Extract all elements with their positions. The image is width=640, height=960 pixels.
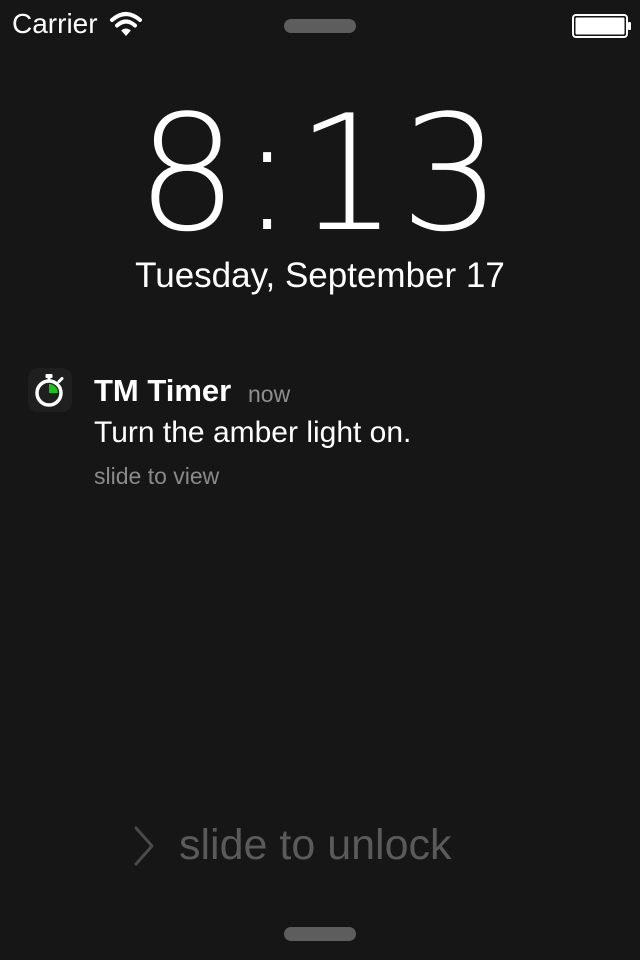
stopwatch-icon (28, 368, 72, 412)
slide-to-unlock-label: slide to unlock (179, 821, 452, 869)
notification-timestamp: now (248, 381, 291, 407)
control-center-grabber[interactable] (284, 927, 356, 941)
lock-screen-date: Tuesday, September 17 (135, 256, 505, 295)
battery-icon (572, 14, 632, 38)
notification-center-grabber[interactable] (284, 19, 356, 33)
carrier-label: Carrier (12, 8, 98, 39)
notification-slide-hint: slide to view (94, 463, 220, 489)
chevron-right-icon (130, 824, 158, 868)
status-bar: Carrier (0, 0, 640, 48)
notification-app-name: TM Timer (94, 373, 232, 408)
lock-screen-clock: 8:13 (136, 80, 504, 267)
notification-message: Turn the amber light on. (94, 416, 412, 449)
wifi-icon (110, 11, 142, 37)
